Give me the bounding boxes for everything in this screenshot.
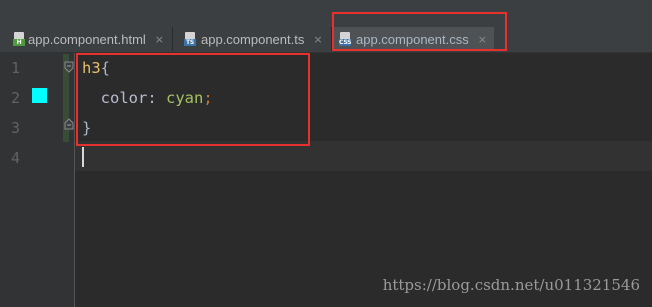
close-tab-icon[interactable]: ×	[313, 33, 322, 46]
line-number: 1	[10, 59, 20, 77]
line-number: 2	[10, 89, 20, 107]
annotation-box-tab	[332, 12, 507, 51]
text-caret	[82, 147, 84, 167]
html-file-icon: H	[13, 32, 25, 46]
typescript-file-icon: TS	[184, 32, 196, 46]
fold-start-icon[interactable]	[64, 61, 74, 73]
editor-tab-bar: H app.component.html × TS app.component.…	[0, 0, 652, 53]
tab-label: app.component.html	[28, 31, 146, 47]
line-number: 3	[10, 119, 20, 137]
watermark-text: https://blog.csdn.net/u011321546	[382, 276, 640, 294]
color-preview-swatch[interactable]	[32, 88, 47, 103]
annotation-box-code	[76, 53, 310, 146]
line-number: 4	[10, 149, 20, 167]
fold-end-icon[interactable]	[64, 118, 74, 130]
tab-label: app.component.ts	[201, 31, 305, 47]
tab-app-component-html[interactable]: H app.component.html ×	[0, 27, 172, 51]
close-tab-icon[interactable]: ×	[155, 33, 164, 46]
tab-app-component-ts[interactable]: TS app.component.ts ×	[173, 27, 331, 51]
